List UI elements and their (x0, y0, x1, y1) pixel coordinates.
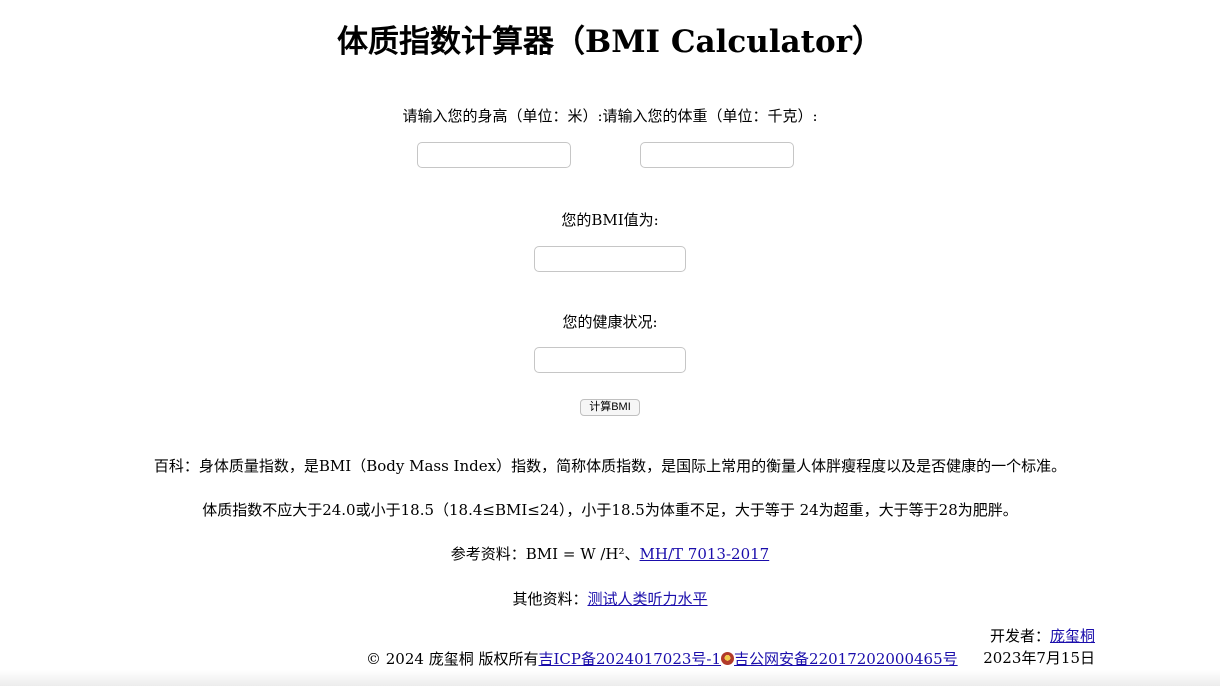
bmi-output-field[interactable] (534, 246, 686, 272)
bottom-shade (0, 670, 1220, 686)
developer-date: 2023年7月15日 (983, 649, 1095, 667)
reference-line: 参考资料：BMI = W /H²、MH/T 7013-2017 (0, 543, 1220, 565)
reference-link[interactable]: MH/T 7013-2017 (640, 545, 770, 563)
bmi-range-text: 体质指数不应大于24.0或小于18.5（18.4≤BMI≤24），小于18.5为… (202, 501, 1018, 519)
calculate-bmi-button[interactable]: 计算BMI (580, 399, 640, 416)
developer-line: 开发者：庞玺桐 (960, 625, 1120, 647)
footer: © 2024 庞玺桐 版权所有吉ICP备2024017023号-1 吉公网安备22… (366, 648, 958, 670)
bmi-label: 您的BMI值为: (561, 211, 659, 229)
icp-link[interactable]: 吉ICP备2024017023号-1 (538, 650, 721, 668)
encyclopedia-text: 百科：身体质量指数，是BMI（Body Mass Index）指数，简称体质指数… (153, 457, 1067, 475)
reference-prefix: 参考资料：BMI = W /H²、 (450, 545, 640, 563)
police-record-link[interactable]: 吉公网安备22017202000465号 (734, 650, 958, 668)
police-badge-icon (721, 652, 735, 665)
page-title: 体质指数计算器（BMI Calculator） (337, 24, 883, 60)
height-label: 请输入您的身高（单位：米）: (402, 107, 603, 125)
other-prefix: 其他资料： (512, 590, 588, 608)
developer-name-link[interactable]: 庞玺桐 (1050, 627, 1095, 645)
health-status-field[interactable] (534, 347, 686, 373)
weight-label: 请输入您的体重（单位：千克）: (602, 107, 818, 125)
hearing-test-link[interactable]: 测试人类听力水平 (588, 590, 708, 608)
copyright-text: © 2024 庞玺桐 版权所有 (366, 650, 539, 668)
other-resources-line: 其他资料：测试人类听力水平 (0, 588, 1220, 610)
developer-label: 开发者： (989, 627, 1050, 645)
height-input[interactable] (417, 142, 571, 168)
weight-input[interactable] (640, 142, 794, 168)
input-labels-row: 请输入您的身高（单位：米）:请输入您的体重（单位：千克）: (0, 104, 1220, 128)
health-status-label: 您的健康状况: (562, 313, 658, 331)
